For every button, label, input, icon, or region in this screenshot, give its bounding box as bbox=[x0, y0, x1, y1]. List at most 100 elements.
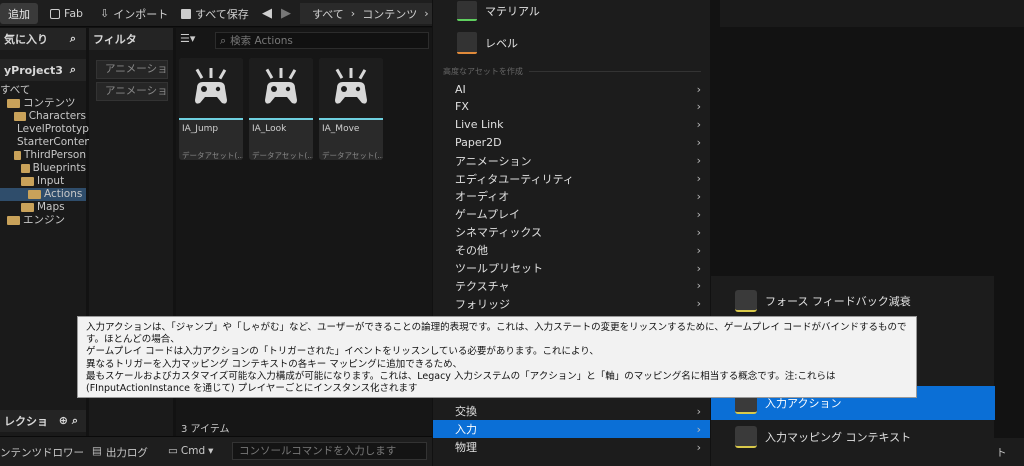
chevron-right-icon: › bbox=[696, 207, 701, 221]
folder-icon bbox=[21, 177, 34, 186]
menu-item[interactable]: AI › bbox=[433, 80, 711, 98]
tree-item[interactable]: ThirdPerson bbox=[0, 149, 86, 162]
folder-tree: すべて コンテンツ Characters LevelPrototypi StarterC… bbox=[0, 84, 95, 227]
gamepad-icon bbox=[179, 58, 243, 118]
filters-header: フィルタ bbox=[89, 28, 173, 50]
console-input[interactable]: コンソールコマンドを入力します bbox=[232, 442, 427, 460]
section-header: 高度なアセットを作成 bbox=[443, 66, 701, 77]
folder-icon bbox=[7, 216, 20, 225]
back-icon[interactable]: ◀ bbox=[262, 4, 272, 23]
collections-header[interactable]: レクショ ⊕ ⌕ bbox=[0, 410, 86, 432]
forward-icon[interactable]: ▶ bbox=[281, 4, 291, 23]
chevron-right-icon: › bbox=[696, 404, 701, 418]
chevron-right-icon: › bbox=[696, 261, 701, 275]
menu-item[interactable]: ゲームプレイ › bbox=[433, 205, 711, 223]
cmd-dropdown[interactable]: ▭ Cmd ▾ bbox=[168, 445, 213, 457]
project-header[interactable]: yProject3 ⌕ bbox=[0, 59, 86, 81]
menu-item[interactable]: フォリッジ › bbox=[433, 295, 711, 313]
asset-card[interactable]: IA_Look データアセット(... bbox=[249, 58, 313, 160]
asset-type: データアセット(... bbox=[322, 151, 383, 160]
add-button[interactable]: 追加 bbox=[0, 3, 38, 24]
breadcrumb: すべて › コンテンツ › bbox=[300, 3, 440, 24]
chevron-right-icon: › bbox=[696, 100, 701, 114]
filter-item[interactable]: アニメーショ bbox=[96, 82, 168, 101]
menu-item[interactable]: シネマティックス › bbox=[433, 223, 711, 241]
breadcrumb-all[interactable]: すべて bbox=[312, 6, 344, 22]
folder-icon bbox=[28, 190, 41, 199]
asset-name: IA_Move bbox=[322, 124, 360, 134]
tree-item[interactable]: コンテンツ bbox=[0, 97, 86, 110]
chevron-right-icon: › bbox=[696, 118, 701, 132]
import-icon: ⇩ bbox=[100, 7, 110, 20]
menu-item[interactable]: 入力 › bbox=[433, 420, 711, 438]
tree-item[interactable]: Characters bbox=[0, 110, 86, 123]
tree-item[interactable]: Input bbox=[0, 175, 86, 188]
menu-item[interactable]: テクスチャ › bbox=[433, 277, 711, 295]
sources-panel: 気に入り ⌕ yProject3 ⌕ すべて コンテンツ Characters Lev… bbox=[0, 28, 95, 436]
chevron-right-icon: › bbox=[696, 82, 701, 96]
tree-item[interactable]: StarterContent bbox=[0, 136, 95, 149]
chevron-right-icon: › bbox=[696, 136, 701, 150]
menu-item[interactable]: アニメーション › bbox=[433, 152, 711, 170]
output-log-button[interactable]: ▤ 出力ログ bbox=[92, 445, 148, 460]
log-icon: ▤ bbox=[92, 445, 102, 457]
folder-icon bbox=[14, 151, 21, 160]
asset-icon bbox=[735, 290, 757, 312]
menu-item[interactable]: Live Link › bbox=[433, 116, 711, 134]
right-bottom-button[interactable]: ト bbox=[994, 438, 1024, 466]
asset-search[interactable]: ⌕ 検索 Actions bbox=[215, 32, 429, 49]
chevron-right-icon: › bbox=[696, 422, 701, 436]
search-icon[interactable]: ⌕ bbox=[70, 63, 76, 77]
right-toolbar bbox=[720, 0, 1024, 27]
favorites-header[interactable]: 気に入り ⌕ bbox=[0, 28, 86, 50]
submenu-item[interactable]: 入力マッピング コンテキスト bbox=[711, 420, 995, 454]
menu-item-level[interactable]: レベル bbox=[433, 30, 711, 56]
save-all-button[interactable]: すべて保存 bbox=[181, 4, 249, 23]
chevron-right-icon: › bbox=[696, 225, 701, 239]
menu-item[interactable]: 交換 › bbox=[433, 402, 711, 420]
asset-type: データアセット(... bbox=[182, 151, 243, 160]
submenu-item[interactable]: フォース フィードバック減衰 bbox=[711, 284, 995, 318]
import-button[interactable]: ⇩ インポート bbox=[100, 4, 168, 23]
filter-menu-icon[interactable]: ☰▾ bbox=[180, 32, 195, 45]
chevron-right-icon: › bbox=[350, 7, 356, 20]
menu-item[interactable]: 物理 › bbox=[433, 438, 711, 456]
menu-item[interactable]: ツールプリセット › bbox=[433, 259, 711, 277]
tooltip: 入力アクションは、「ジャンプ」や「しゃがむ」など、ユーザーができることの論理的表… bbox=[77, 316, 917, 398]
folder-icon bbox=[21, 203, 34, 212]
tree-item[interactable]: エンジン bbox=[0, 214, 86, 227]
menu-item[interactable]: オーディオ › bbox=[433, 187, 711, 205]
item-count: 3 アイテム bbox=[181, 424, 230, 435]
chevron-right-icon: › bbox=[696, 189, 701, 203]
breadcrumb-content[interactable]: コンテンツ bbox=[362, 6, 417, 22]
fab-icon bbox=[50, 8, 60, 19]
menu-item[interactable]: その他 › bbox=[433, 241, 711, 259]
chevron-down-icon: ▾ bbox=[208, 445, 214, 457]
chevron-right-icon: › bbox=[696, 172, 701, 185]
bottom-bar: ンテンツドロワー ▤ 出力ログ ▭ Cmd ▾ コンソールコマンドを入力します bbox=[0, 436, 432, 466]
menu-item[interactable]: FX › bbox=[433, 98, 711, 116]
gamepad-icon bbox=[319, 58, 383, 118]
filter-item[interactable]: アニメーショ bbox=[96, 60, 168, 79]
menu-item[interactable]: Paper2D › bbox=[433, 134, 711, 152]
tree-item[interactable]: すべて bbox=[0, 84, 86, 97]
material-icon bbox=[457, 1, 477, 21]
folder-icon bbox=[21, 164, 30, 173]
chevron-right-icon: › bbox=[696, 279, 701, 293]
tree-item[interactable]: LevelPrototypi bbox=[0, 123, 92, 136]
asset-card[interactable]: IA_Move データアセット(... bbox=[319, 58, 383, 160]
search-icon[interactable]: ⌕ bbox=[70, 32, 76, 46]
menu-item-material[interactable]: マテリアル bbox=[433, 0, 711, 22]
tree-item[interactable]: Maps bbox=[0, 201, 86, 214]
content-drawer-button[interactable]: ンテンツドロワー bbox=[0, 445, 84, 460]
asset-type: データアセット(... bbox=[252, 151, 313, 160]
add-collection-icon[interactable]: ⊕ ⌕ bbox=[59, 414, 78, 428]
menu-item[interactable]: エディタユーティリティ › bbox=[433, 170, 711, 188]
tree-item[interactable]: Actions bbox=[0, 188, 86, 201]
tree-item[interactable]: Blueprints bbox=[0, 162, 86, 175]
chevron-right-icon: › bbox=[696, 154, 701, 168]
asset-card[interactable]: IA_Jump データアセット(... bbox=[179, 58, 243, 160]
fab-button[interactable]: Fab bbox=[50, 4, 83, 23]
chevron-right-icon: › bbox=[696, 440, 701, 454]
gamepad-icon bbox=[249, 58, 313, 118]
